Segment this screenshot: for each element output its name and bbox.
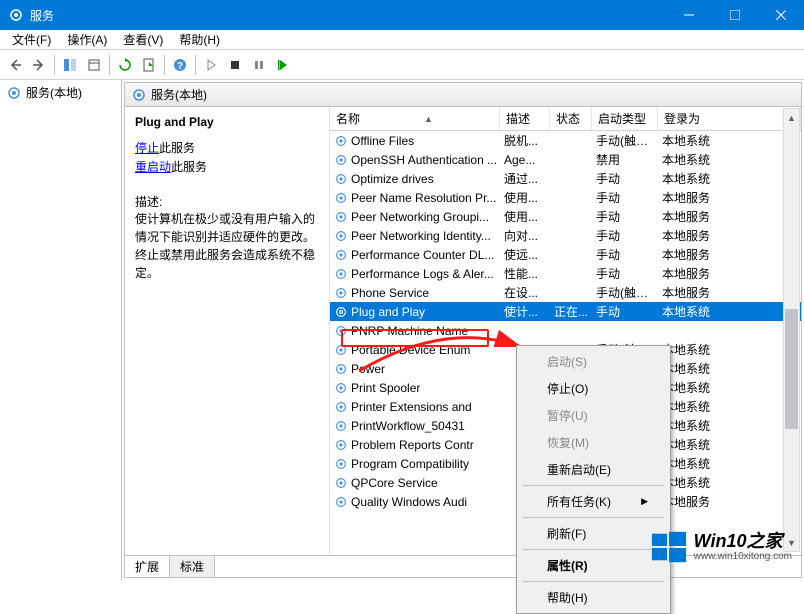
maximize-button[interactable]: [712, 0, 758, 30]
minimize-button[interactable]: [666, 0, 712, 30]
menubar: 文件(F) 操作(A) 查看(V) 帮助(H): [0, 30, 804, 50]
table-row[interactable]: Peer Networking Groupi...使用...手动本地服务: [330, 207, 801, 226]
menu-file[interactable]: 文件(F): [4, 29, 59, 50]
svg-text:?: ?: [177, 61, 183, 72]
tree-pane: 服务(本地): [0, 80, 122, 580]
detail-pane: Plug and Play 停止此服务 重启动此服务 描述: 使计算机在极少或没…: [125, 107, 330, 555]
separator: [164, 55, 165, 75]
separator: [523, 517, 664, 518]
export-button[interactable]: [83, 54, 105, 76]
pane-header: 服务(本地): [125, 83, 801, 107]
context-menu: 启动(S) 停止(O) 暂停(U) 恢复(M) 重新启动(E) 所有任务(K)▶…: [516, 345, 671, 614]
tree-root-label: 服务(本地): [26, 84, 82, 101]
table-row[interactable]: Peer Networking Identity...向对...手动本地服务: [330, 226, 801, 245]
desc-text: 使计算机在极少或没有用户输入的情况下能识别并适应硬件的更改。终止或禁用此服务会造…: [135, 210, 319, 282]
refresh-button[interactable]: [114, 54, 136, 76]
main: 服务(本地) 服务(本地) Plug and Play 停止此服务 重启动此服务…: [0, 80, 804, 580]
table-row[interactable]: OpenSSH Authentication ...Age...禁用本地系统: [330, 150, 801, 169]
restart-service-button[interactable]: [272, 54, 294, 76]
separator: [523, 549, 664, 550]
menu-action[interactable]: 操作(A): [59, 29, 115, 50]
stop-link[interactable]: 停止: [135, 141, 159, 155]
right-pane: 服务(本地) Plug and Play 停止此服务 重启动此服务 描述: 使计…: [124, 82, 802, 578]
scroll-thumb[interactable]: [785, 309, 798, 429]
table-row[interactable]: Performance Counter DL...使远...手动本地服务: [330, 245, 801, 264]
table-row[interactable]: Optimize drives通过...手动本地系统: [330, 169, 801, 188]
list-header: 名称▲ 描述 状态 启动类型 登录为: [330, 107, 801, 131]
separator: [54, 55, 55, 75]
tab-standard[interactable]: 标准: [170, 556, 215, 577]
close-button[interactable]: [758, 0, 804, 30]
windows-logo-icon: [650, 528, 688, 566]
help-button[interactable]: ?: [169, 54, 191, 76]
gear-icon: [8, 7, 24, 23]
ctx-start[interactable]: 启动(S): [519, 348, 668, 375]
restart-link[interactable]: 重启动: [135, 160, 171, 174]
ctx-restart[interactable]: 重新启动(E): [519, 456, 668, 483]
watermark: Win10之家 www.win10xitong.com: [650, 528, 792, 566]
menu-help[interactable]: 帮助(H): [171, 29, 228, 50]
pane-header-label: 服务(本地): [151, 86, 207, 103]
stop-service-button[interactable]: [224, 54, 246, 76]
watermark-url: www.win10xitong.com: [694, 551, 792, 562]
show-hide-tree-button[interactable]: [59, 54, 81, 76]
ctx-stop[interactable]: 停止(O): [519, 375, 668, 402]
forward-button[interactable]: [28, 54, 50, 76]
ctx-help[interactable]: 帮助(H): [519, 584, 668, 611]
gear-icon: [6, 85, 22, 101]
tab-extended[interactable]: 扩展: [125, 556, 170, 577]
watermark-title: Win10之家: [694, 532, 792, 552]
start-service-button[interactable]: [200, 54, 222, 76]
gear-icon: [131, 87, 147, 103]
table-row[interactable]: Offline Files脱机...手动(触发...本地系统: [330, 131, 801, 150]
separator: [523, 581, 664, 582]
sort-arrow-icon: ▲: [424, 114, 433, 124]
menu-view[interactable]: 查看(V): [115, 29, 171, 50]
vertical-scrollbar[interactable]: ▲ ▼: [783, 108, 800, 552]
chevron-right-icon: ▶: [641, 496, 648, 507]
separator: [109, 55, 110, 75]
table-row[interactable]: PNRP Machine Name: [330, 321, 801, 340]
ctx-all-tasks[interactable]: 所有任务(K)▶: [519, 488, 668, 515]
export-list-button[interactable]: [138, 54, 160, 76]
separator: [195, 55, 196, 75]
column-start[interactable]: 启动类型: [592, 107, 658, 130]
toolbar: ?: [0, 50, 804, 80]
ctx-refresh[interactable]: 刷新(F): [519, 520, 668, 547]
service-title: Plug and Play: [135, 115, 319, 129]
table-row[interactable]: Peer Name Resolution Pr...使用...手动本地服务: [330, 188, 801, 207]
column-state[interactable]: 状态: [550, 107, 592, 130]
separator: [523, 485, 664, 486]
table-row[interactable]: Performance Logs & Aler...性能...手动本地服务: [330, 264, 801, 283]
ctx-properties[interactable]: 属性(R): [519, 552, 668, 579]
desc-label: 描述:: [135, 193, 319, 210]
tree-root[interactable]: 服务(本地): [2, 82, 119, 103]
column-logon[interactable]: 登录为: [658, 107, 801, 130]
titlebar: 服务: [0, 0, 804, 30]
table-row[interactable]: Plug and Play使计...正在...手动本地系统: [330, 302, 801, 321]
scroll-up-icon[interactable]: ▲: [784, 109, 799, 126]
column-name[interactable]: 名称▲: [330, 107, 500, 130]
column-desc[interactable]: 描述: [500, 107, 550, 130]
table-row[interactable]: Phone Service在设...手动(触发...本地服务: [330, 283, 801, 302]
window-title: 服务: [30, 7, 666, 24]
back-button[interactable]: [4, 54, 26, 76]
ctx-pause[interactable]: 暂停(U): [519, 402, 668, 429]
pause-service-button[interactable]: [248, 54, 270, 76]
ctx-resume[interactable]: 恢复(M): [519, 429, 668, 456]
